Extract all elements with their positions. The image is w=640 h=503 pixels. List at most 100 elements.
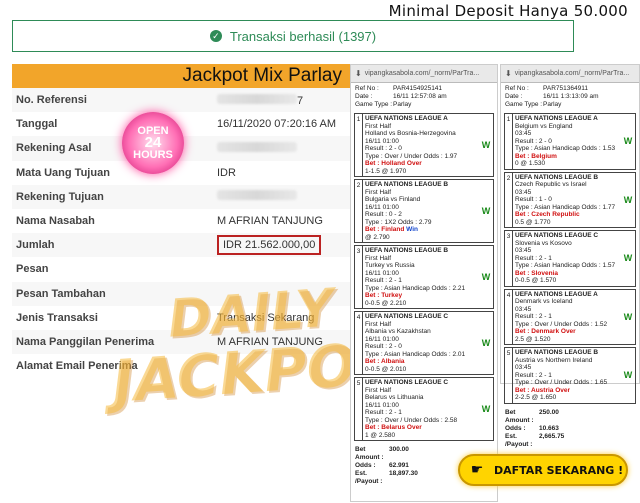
detail-value-text: M AFRIAN TANJUNG [217,215,323,228]
match-odds: Odds : 1.65 [573,379,608,386]
match-line: 2.5 @ 1.520 [515,335,551,343]
ticket-meta-value: PAR751364911 [543,85,588,92]
match-result: Result : 2 - 0 [365,145,402,152]
match-odds: Odds : 1.52 [573,320,608,328]
match-time: 16/11 01:00 [365,335,399,343]
match-league: UEFA NATIONS LEAGUE B [515,349,599,356]
match-line: 2-2.5 @ 1.650 [515,394,557,401]
match-league: UEFA NATIONS LEAGUE B [515,173,599,181]
match-number: 4 [355,312,363,374]
ticket-meta-row: Ref No : PAR751364911 [505,85,635,93]
match-result: Result : 2 - 1 [515,313,552,320]
detail-label: Mata Uang Tujuan [16,166,110,179]
match-result: Result : 2 - 1 [515,371,552,379]
match-time: 03:45 [515,305,532,313]
match-bet-line: Bet : Finland Win [365,226,477,234]
match-odds: Odds : 1.77 [581,203,616,211]
detail-label: Jumlah [16,239,55,252]
match-league: UEFA NATIONS LEAGUE A [365,115,448,122]
match-body: UEFA NATIONS LEAGUE C First Half Belarus v… [363,378,479,440]
match-outcome: W [623,136,633,147]
ticket-match: 1 UEFA NATIONS LEAGUE A First Half Holland … [354,113,494,177]
match-bet: Bet : Czech Republic [515,211,580,218]
ticket-total-value: 10.663 [539,424,559,432]
ticket-meta-label: Game Type : [355,101,393,108]
match-type-line: Type : Over / Under Odds : 1.52 [515,321,619,329]
match-odds: Odds : 2.58 [423,416,458,424]
match-pick: Over [560,328,576,335]
ticket-total-row: Est. /Payout : 2,665.75 [505,433,635,449]
detail-value [217,141,297,155]
ticket-match: 4 UEFA NATIONS LEAGUE C First Half Albania … [354,311,494,375]
detail-row: No. Referensi 7 [12,88,352,113]
match-type-line: Type : 1X2 Odds : 2.79 [365,219,477,227]
check-circle-icon: ✓ [209,30,222,42]
detail-label: Tanggal [16,118,58,131]
match-body: UEFA NATIONS LEAGUE C Slovenia vs Kosovo 0… [513,231,621,286]
match-bet-line: Bet : Czech Republic [515,211,619,219]
match-bet-line: Bet : Slovenia [515,270,619,278]
match-line: 0-0.5 @ 2.210 [365,299,407,307]
detail-value [217,190,297,203]
detail-value-text: IDR 21.562.000,00 [223,239,316,252]
match-line: 1-1.5 @ 1.970 [365,167,407,175]
detail-value-text: 7 [297,94,304,107]
match-bet: Bet : Turkey [365,292,403,299]
match-time: 03:45 [515,247,532,254]
detail-value-text: 16/11/2020 07:20:16 AM [217,118,337,131]
match-body: UEFA NATIONS LEAGUE B Czech Republic vs I… [513,173,621,228]
match-bet-line: Bet : Albania [365,358,477,366]
ticket-total-label: Odds : [505,424,526,432]
match-teams: Denmark vs Iceland [515,298,573,305]
address-url: vipangkasabola.com/_norm/ParTra... [364,70,480,77]
match-number: 2 [355,180,363,242]
match-body: UEFA NATIONS LEAGUE C First Half Albania v… [363,312,479,374]
ticket-total-row: Odds : 10.663 [505,425,635,433]
open-24-hours-sign: OPEN 24 HOURS [122,112,184,174]
match-teams: Belarus vs Lithuania [365,394,424,401]
match-outcome: W [481,272,491,282]
match-type: Type : Over / Under [515,320,572,328]
match-odds: Odds : 1.53 [581,145,616,152]
match-result: Result : 2 - 1 [515,254,552,262]
match-body: UEFA NATIONS LEAGUE A First Half Holland v… [363,114,479,176]
match-line: 0-0.5 @ 1.570 [515,277,557,284]
match-half: First Half [365,386,391,394]
match-league: UEFA NATIONS LEAGUE A [515,290,598,298]
detail-label: Pesan [16,263,49,276]
match-league: UEFA NATIONS LEAGUE C [365,379,449,386]
match-line: 0 @ 1.530 [515,160,546,167]
match-body: UEFA NATIONS LEAGUE A Denmark vs Iceland 0… [513,290,621,345]
ticket-meta-label: Date : [505,93,523,100]
pointing-hand-icon: ☛ [470,462,484,478]
match-line: 1 @ 2.580 [365,431,396,439]
match-odds: Odds : 2.79 [397,218,432,226]
match-type-line: Type : Asian Handicap Odds : 1.77 [515,204,619,212]
match-type: Type : Asian Handicap [365,350,430,358]
match-pick: Over [406,160,422,167]
match-time: 16/11 01:00 [365,269,399,277]
ticket-match: 2 UEFA NATIONS LEAGUE B First Half Bulgaria… [354,179,494,243]
match-time: 03:45 [515,130,532,137]
match-teams: Bulgaria vs Finland [365,196,421,203]
ticket-total-row: Bet Amount : 250.00 [505,409,635,425]
match-league: UEFA NATIONS LEAGUE C [365,313,449,320]
match-teams: Austria vs Northern Ireland [515,356,593,364]
match-bet-line: Bet : Holland Over [365,160,477,168]
ticket-meta-row: Date : 16/11 1:3:13:09 am [505,93,635,101]
ticket-match: 2 UEFA NATIONS LEAGUE B Czech Republic vs … [504,171,636,228]
ticket-total-value: 250.00 [539,408,559,416]
register-now-button[interactable]: ☛ DAFTAR SEKARANG ! [458,454,628,486]
match-time: 03:45 [515,364,532,371]
detail-row: Rekening Tujuan [12,184,352,209]
detail-value: 16/11/2020 07:20:16 AM [217,118,336,130]
ticket-meta-value: PAR4154925141 [393,85,443,92]
match-type: Type : Asian Handicap [515,145,580,152]
ticket-match: 5 UEFA NATIONS LEAGUE C First Half Belarus … [354,377,494,441]
match-teams: Turkey vs Russia [365,262,415,269]
redacted-value [217,93,297,104]
ticket-meta-label: Ref No : [505,85,529,92]
match-number: 4 [505,289,513,344]
match-bet: Bet : Albania [365,358,405,365]
match-half: First Half [365,122,391,130]
